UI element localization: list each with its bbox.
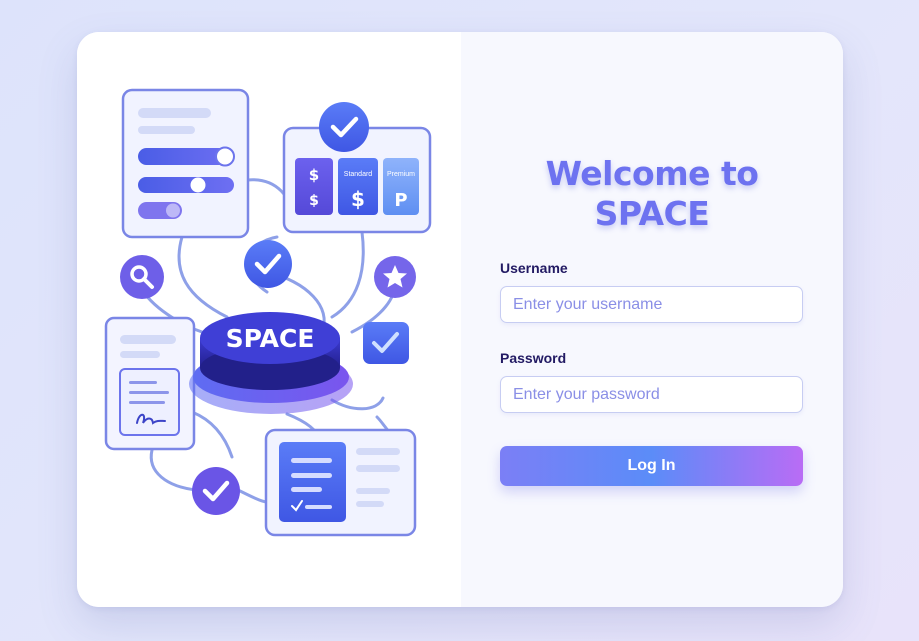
password-label: Password [500,350,567,366]
username-input[interactable] [500,286,803,323]
checklist-card [264,428,417,537]
login-card: $ $ Standard $ Premium P SPACE Welcome t… [77,32,843,607]
login-form-panel: Welcome to SPACE Username Password Log I… [461,32,843,607]
plan-standard-label: Standard [344,171,373,178]
check-circle-icon [319,102,369,152]
check-badge-icon [244,240,292,288]
plan-standard-symbol: $ [351,187,365,211]
welcome-title-line1: Welcome to [545,154,759,193]
login-button[interactable]: Log In [500,446,803,486]
star-icon [374,256,416,298]
plan-premium-symbol: P [394,190,407,211]
space-illustration: $ $ Standard $ Premium P SPACE [104,88,432,537]
plan-basic-symbol-2: $ [309,193,319,209]
password-input[interactable] [500,376,803,413]
welcome-title: Welcome to SPACE [461,154,843,234]
checkbox-icon [363,322,409,364]
welcome-title-line2: SPACE [594,194,710,233]
search-icon [120,255,164,299]
settings-card [121,88,250,239]
plan-basic-symbol: $ [309,166,319,184]
signed-document [104,316,196,451]
username-label: Username [500,260,568,276]
plan-premium-label: Premium [387,171,415,178]
space-logo: SPACE [189,312,353,414]
check-badge-bottom-icon [192,467,240,515]
pricing-card: $ $ Standard $ Premium P [282,102,432,234]
illustration-panel: $ $ Standard $ Premium P SPACE [77,32,461,607]
space-logo-text: SPACE [226,324,315,353]
